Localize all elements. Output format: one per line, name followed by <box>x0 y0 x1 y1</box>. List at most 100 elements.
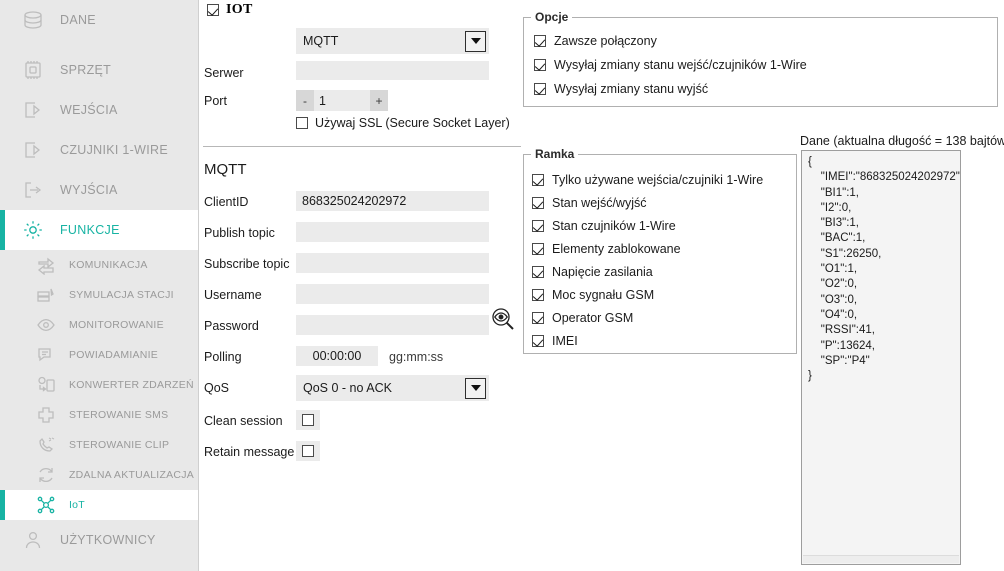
eye-icon <box>32 314 60 336</box>
sidebar-item-symulacja-stacji[interactable]: SYMULACJA STACJI <box>0 280 198 310</box>
sidebar-item-czujniki-1-wire[interactable]: CZUJNIKI 1-WIRE <box>0 130 198 170</box>
port-spinner[interactable]: - 1 + <box>296 90 388 111</box>
frame-row-imei[interactable]: IMEI <box>532 334 578 348</box>
partial-icon <box>18 567 48 571</box>
sidebar-item-label: STEROWANIE SMS <box>69 409 169 421</box>
io-state-checkbox[interactable] <box>532 197 544 209</box>
frame-row-gsm-signal[interactable]: Moc sygnału GSM <box>532 288 654 302</box>
sidebar-item-partial[interactable] <box>0 560 198 571</box>
sidebar-item-powiadamianie[interactable]: POWIADAMIANIE <box>0 340 198 370</box>
options-group-legend: Opcje <box>531 10 573 24</box>
used-inputs-checkbox[interactable] <box>532 174 544 186</box>
output-arrow-icon <box>18 177 48 203</box>
subscribe-topic-input[interactable] <box>296 253 489 273</box>
frame-group: Ramka Tylko używane wejścia/czujniki 1-W… <box>523 147 797 354</box>
iot-enable-checkbox[interactable] <box>207 4 219 16</box>
qos-combobox[interactable]: QoS 0 - no ACK <box>296 375 489 401</box>
sidebar-item-sterowanie-clip[interactable]: STEROWANIE CLIP <box>0 430 198 460</box>
refresh-icon <box>32 464 60 486</box>
ssl-checkbox[interactable] <box>296 117 308 129</box>
clip-control-icon <box>32 434 60 456</box>
polling-input[interactable] <box>296 346 378 366</box>
mqtt-section-title: MQTT <box>204 161 247 178</box>
frame-label: Napięcie zasilania <box>552 265 653 279</box>
username-label: Username <box>204 288 262 302</box>
frame-row-sensor-state[interactable]: Stan czujników 1-Wire <box>532 219 676 233</box>
station-simulation-icon <box>32 284 60 306</box>
always-connected-checkbox[interactable] <box>534 35 546 47</box>
publish-topic-input[interactable] <box>296 222 489 242</box>
blocked-elements-checkbox[interactable] <box>532 243 544 255</box>
frame-row-used-inputs[interactable]: Tylko używane wejścia/czujniki 1-Wire <box>532 173 763 187</box>
protocol-combobox[interactable]: MQTT <box>296 28 489 54</box>
magnifier-eye-icon[interactable] <box>490 306 517 336</box>
clean-session-checkbox[interactable] <box>302 414 314 426</box>
gsm-operator-checkbox[interactable] <box>532 312 544 324</box>
subscribe-topic-label: Subscribe topic <box>204 257 290 271</box>
sidebar-item-funkcje[interactable]: FUNKCJE <box>0 210 198 250</box>
port-value[interactable]: 1 <box>314 94 370 108</box>
send-input-changes-checkbox[interactable] <box>534 59 546 71</box>
event-converter-icon <box>32 374 60 396</box>
sidebar-item-dane[interactable]: DANE <box>0 0 198 40</box>
chevron-down-icon[interactable] <box>465 377 486 399</box>
retain-message-checkbox-wrap[interactable] <box>296 441 320 461</box>
supply-voltage-checkbox[interactable] <box>532 266 544 278</box>
database-icon <box>18 7 48 33</box>
sidebar-item-label: SPRZĘT <box>60 63 112 77</box>
clean-session-checkbox-wrap[interactable] <box>296 410 320 430</box>
send-output-changes-checkbox[interactable] <box>534 83 546 95</box>
option-label: Wysyłaj zmiany stanu wyjść <box>554 82 709 96</box>
frame-row-blocked-elements[interactable]: Elementy zablokowane <box>532 242 681 256</box>
sidebar-item-zdalna-aktualizacja[interactable]: ZDALNA AKTUALIZACJA <box>0 460 198 490</box>
sidebar-item-sterowanie-sms[interactable]: STEROWANIE SMS <box>0 400 198 430</box>
server-input[interactable] <box>296 61 489 80</box>
sidebar-item-label: DANE <box>60 13 96 27</box>
data-panel-label: Dane (aktualna długość = 138 bajtów): <box>800 134 1004 148</box>
qos-value: QoS 0 - no ACK <box>303 381 392 395</box>
option-row-always-connected[interactable]: Zawsze połączony <box>534 34 657 48</box>
frame-label: Elementy zablokowane <box>552 242 681 256</box>
sidebar-item-konwerter-zdarzen[interactable]: KONWERTER ZDARZEŃ <box>0 370 198 400</box>
user-icon <box>18 527 48 553</box>
notification-icon <box>32 344 60 366</box>
iot-enable-row[interactable]: IOT <box>207 2 253 18</box>
clientid-input[interactable] <box>296 191 489 211</box>
retain-message-checkbox[interactable] <box>302 445 314 457</box>
imei-checkbox[interactable] <box>532 335 544 347</box>
password-input[interactable] <box>296 315 489 335</box>
sidebar-item-label: POWIADAMIANIE <box>69 349 159 361</box>
data-preview-box[interactable]: { "IMEI":"868325024202972", "BI1":1, "I2… <box>801 150 961 565</box>
frame-row-supply-voltage[interactable]: Napięcie zasilania <box>532 265 653 279</box>
options-group: Opcje Zawsze połączony Wysyłaj zmiany st… <box>523 10 998 107</box>
sidebar-item-wyjscia[interactable]: WYJŚCIA <box>0 170 198 210</box>
server-label: Serwer <box>204 66 244 80</box>
sidebar-item-uzytkownicy[interactable]: UŻYTKOWNICY <box>0 520 198 560</box>
sidebar-item-wejscia[interactable]: WEJŚCIA <box>0 90 198 130</box>
ssl-row[interactable]: Używaj SSL (Secure Socket Layer) <box>296 116 510 130</box>
frame-row-gsm-operator[interactable]: Operator GSM <box>532 311 633 325</box>
sidebar-item-label: STEROWANIE CLIP <box>69 439 170 451</box>
option-row-send-output-changes[interactable]: Wysyłaj zmiany stanu wyjść <box>534 82 708 96</box>
option-label: Wysyłaj zmiany stanu wejść/czujników 1-W… <box>554 58 807 72</box>
username-input[interactable] <box>296 284 489 304</box>
sensor-state-checkbox[interactable] <box>532 220 544 232</box>
sidebar-item-label: FUNKCJE <box>60 223 120 237</box>
sidebar-item-iot[interactable]: IoT <box>0 490 198 520</box>
port-decrement-button[interactable]: - <box>296 90 314 111</box>
sensor-icon <box>18 137 48 163</box>
sidebar-item-komunikacja[interactable]: KOMUNIKACJA <box>0 250 198 280</box>
port-increment-button[interactable]: + <box>370 90 388 111</box>
option-row-send-input-changes[interactable]: Wysyłaj zmiany stanu wejść/czujników 1-W… <box>534 58 807 72</box>
retain-message-label: Retain message <box>204 445 295 459</box>
frame-label: Tylko używane wejścia/czujniki 1-Wire <box>552 173 764 187</box>
resize-grip[interactable] <box>803 555 959 563</box>
frame-row-io-state[interactable]: Stan wejść/wyjść <box>532 196 646 210</box>
sidebar-item-label: ZDALNA AKTUALIZACJA <box>69 469 194 481</box>
sidebar-item-sprzet[interactable]: SPRZĘT <box>0 50 198 90</box>
gsm-signal-checkbox[interactable] <box>532 289 544 301</box>
sidebar-item-monitorowanie[interactable]: MONITOROWANIE <box>0 310 198 340</box>
network-nodes-icon <box>32 494 60 516</box>
sidebar-item-label: CZUJNIKI 1-WIRE <box>60 143 168 157</box>
chevron-down-icon[interactable] <box>465 30 486 52</box>
